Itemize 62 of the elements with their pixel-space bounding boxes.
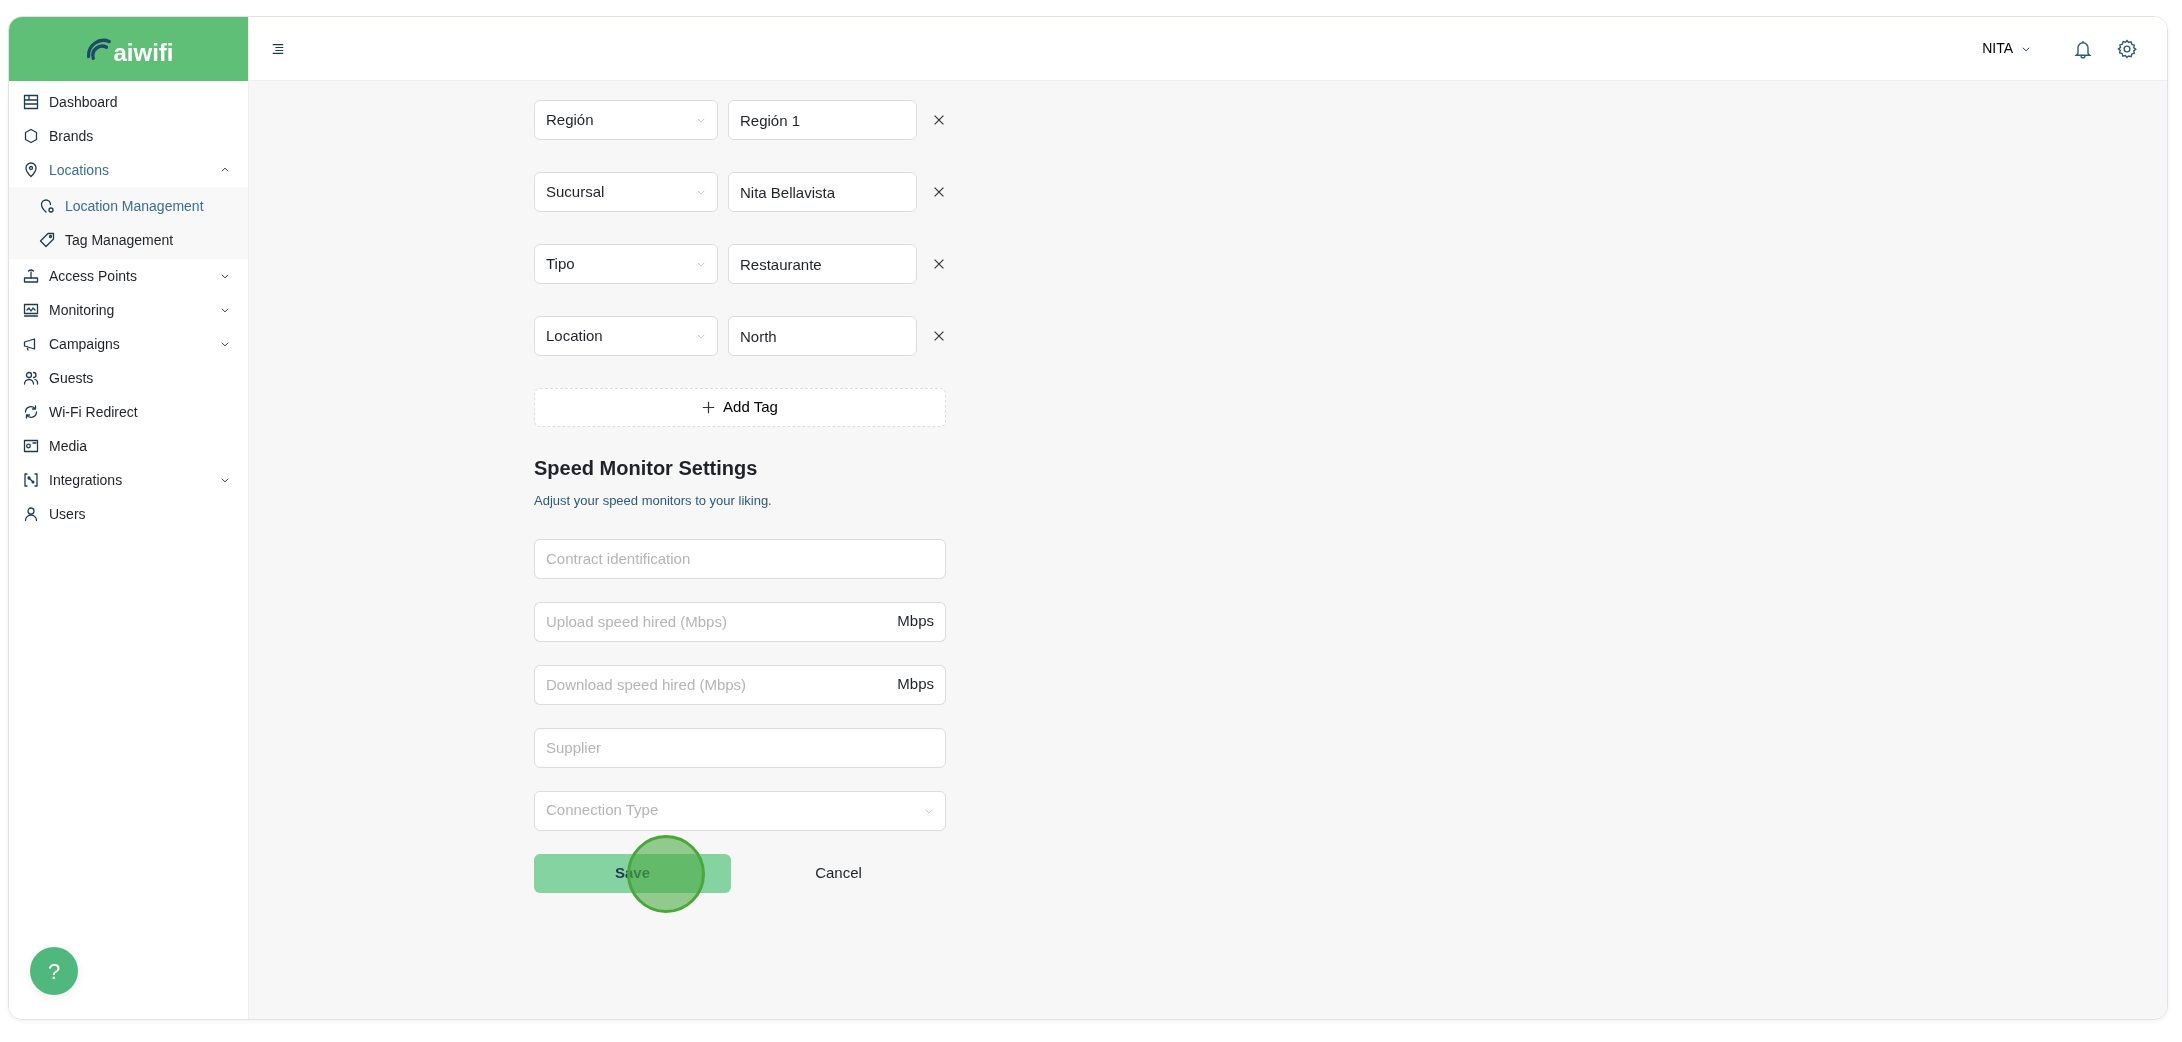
close-icon xyxy=(932,257,946,271)
tag-value-field[interactable]: Región 1 xyxy=(728,100,917,140)
sidebar-item[interactable]: Campaigns xyxy=(9,327,248,361)
sidebar-item[interactable]: Brands xyxy=(9,119,248,153)
sidebar-item[interactable]: Guests xyxy=(9,361,248,395)
add-tag-button[interactable]: Add Tag xyxy=(534,388,946,427)
sidebar-item[interactable]: Dashboard xyxy=(9,85,248,119)
sidebar-subitem[interactable]: Location Management xyxy=(9,189,248,223)
chevron-up-icon xyxy=(220,165,230,175)
chevron-down-icon xyxy=(696,331,706,341)
remove-tag-button[interactable] xyxy=(932,329,946,343)
location-pin-icon xyxy=(23,162,39,178)
close-icon xyxy=(932,113,946,127)
sidebar-subitem[interactable]: Tag Management xyxy=(9,223,248,257)
sidebar-item[interactable]: Users xyxy=(9,497,248,531)
bell-icon xyxy=(2073,38,2093,59)
tag-value-field[interactable]: North xyxy=(728,316,917,356)
close-icon xyxy=(932,185,946,199)
tag-icon xyxy=(39,232,55,248)
chevron-down-icon xyxy=(220,475,230,485)
input-field[interactable]: Contract identification xyxy=(534,538,946,579)
plus-icon xyxy=(702,401,716,414)
section-title: Speed Monitor Settings xyxy=(534,456,759,481)
sidebar-item[interactable]: Locations xyxy=(9,153,248,187)
tag-value-field[interactable]: Restaurante xyxy=(728,244,917,284)
close-icon xyxy=(932,329,946,343)
refresh-icon xyxy=(23,404,39,420)
tag-key-select[interactable]: Tipo xyxy=(534,244,718,284)
sidebar-item[interactable]: Access Points xyxy=(9,259,248,293)
chevron-down-icon xyxy=(220,339,230,349)
chevron-down-icon xyxy=(220,305,230,315)
cancel-button[interactable]: Cancel xyxy=(731,860,946,886)
tag-key-select[interactable]: Location xyxy=(534,316,718,356)
menu-icon xyxy=(271,41,285,56)
tag-value-field[interactable]: Nita Bellavista xyxy=(728,172,917,212)
chevron-down-icon xyxy=(696,187,706,197)
chevron-down-icon xyxy=(220,271,230,281)
sidebar-item[interactable]: Wi-Fi Redirect xyxy=(9,395,248,429)
remove-tag-button[interactable] xyxy=(932,257,946,271)
dashboard-icon xyxy=(23,94,39,110)
sidebar-item[interactable]: Integrations xyxy=(9,463,248,497)
chevron-down-icon xyxy=(696,115,706,125)
remove-tag-button[interactable] xyxy=(932,113,946,127)
logo-text: aiwifi xyxy=(113,38,174,68)
input-field[interactable]: Supplier xyxy=(534,727,946,768)
router-icon xyxy=(23,268,39,284)
sidebar-item[interactable]: Media xyxy=(9,429,248,463)
media-icon xyxy=(23,438,39,454)
tag-key-select[interactable]: Sucursal xyxy=(534,172,718,212)
user-icon xyxy=(23,506,39,522)
users-icon xyxy=(23,370,39,386)
hexagon-icon xyxy=(23,128,39,144)
tag-key-select[interactable]: Región xyxy=(534,100,718,140)
location-gear-icon xyxy=(39,198,55,214)
chevron-down-icon xyxy=(696,259,706,269)
user-menu[interactable]: NITA xyxy=(1976,37,2037,60)
integration-icon xyxy=(23,472,39,488)
monitor-icon xyxy=(23,302,39,318)
sidebar-item[interactable]: Monitoring xyxy=(9,293,248,327)
remove-tag-button[interactable] xyxy=(932,185,946,199)
section-subtitle: Adjust your speed monitors to your liking. xyxy=(534,492,773,510)
settings-icon xyxy=(2117,38,2137,59)
